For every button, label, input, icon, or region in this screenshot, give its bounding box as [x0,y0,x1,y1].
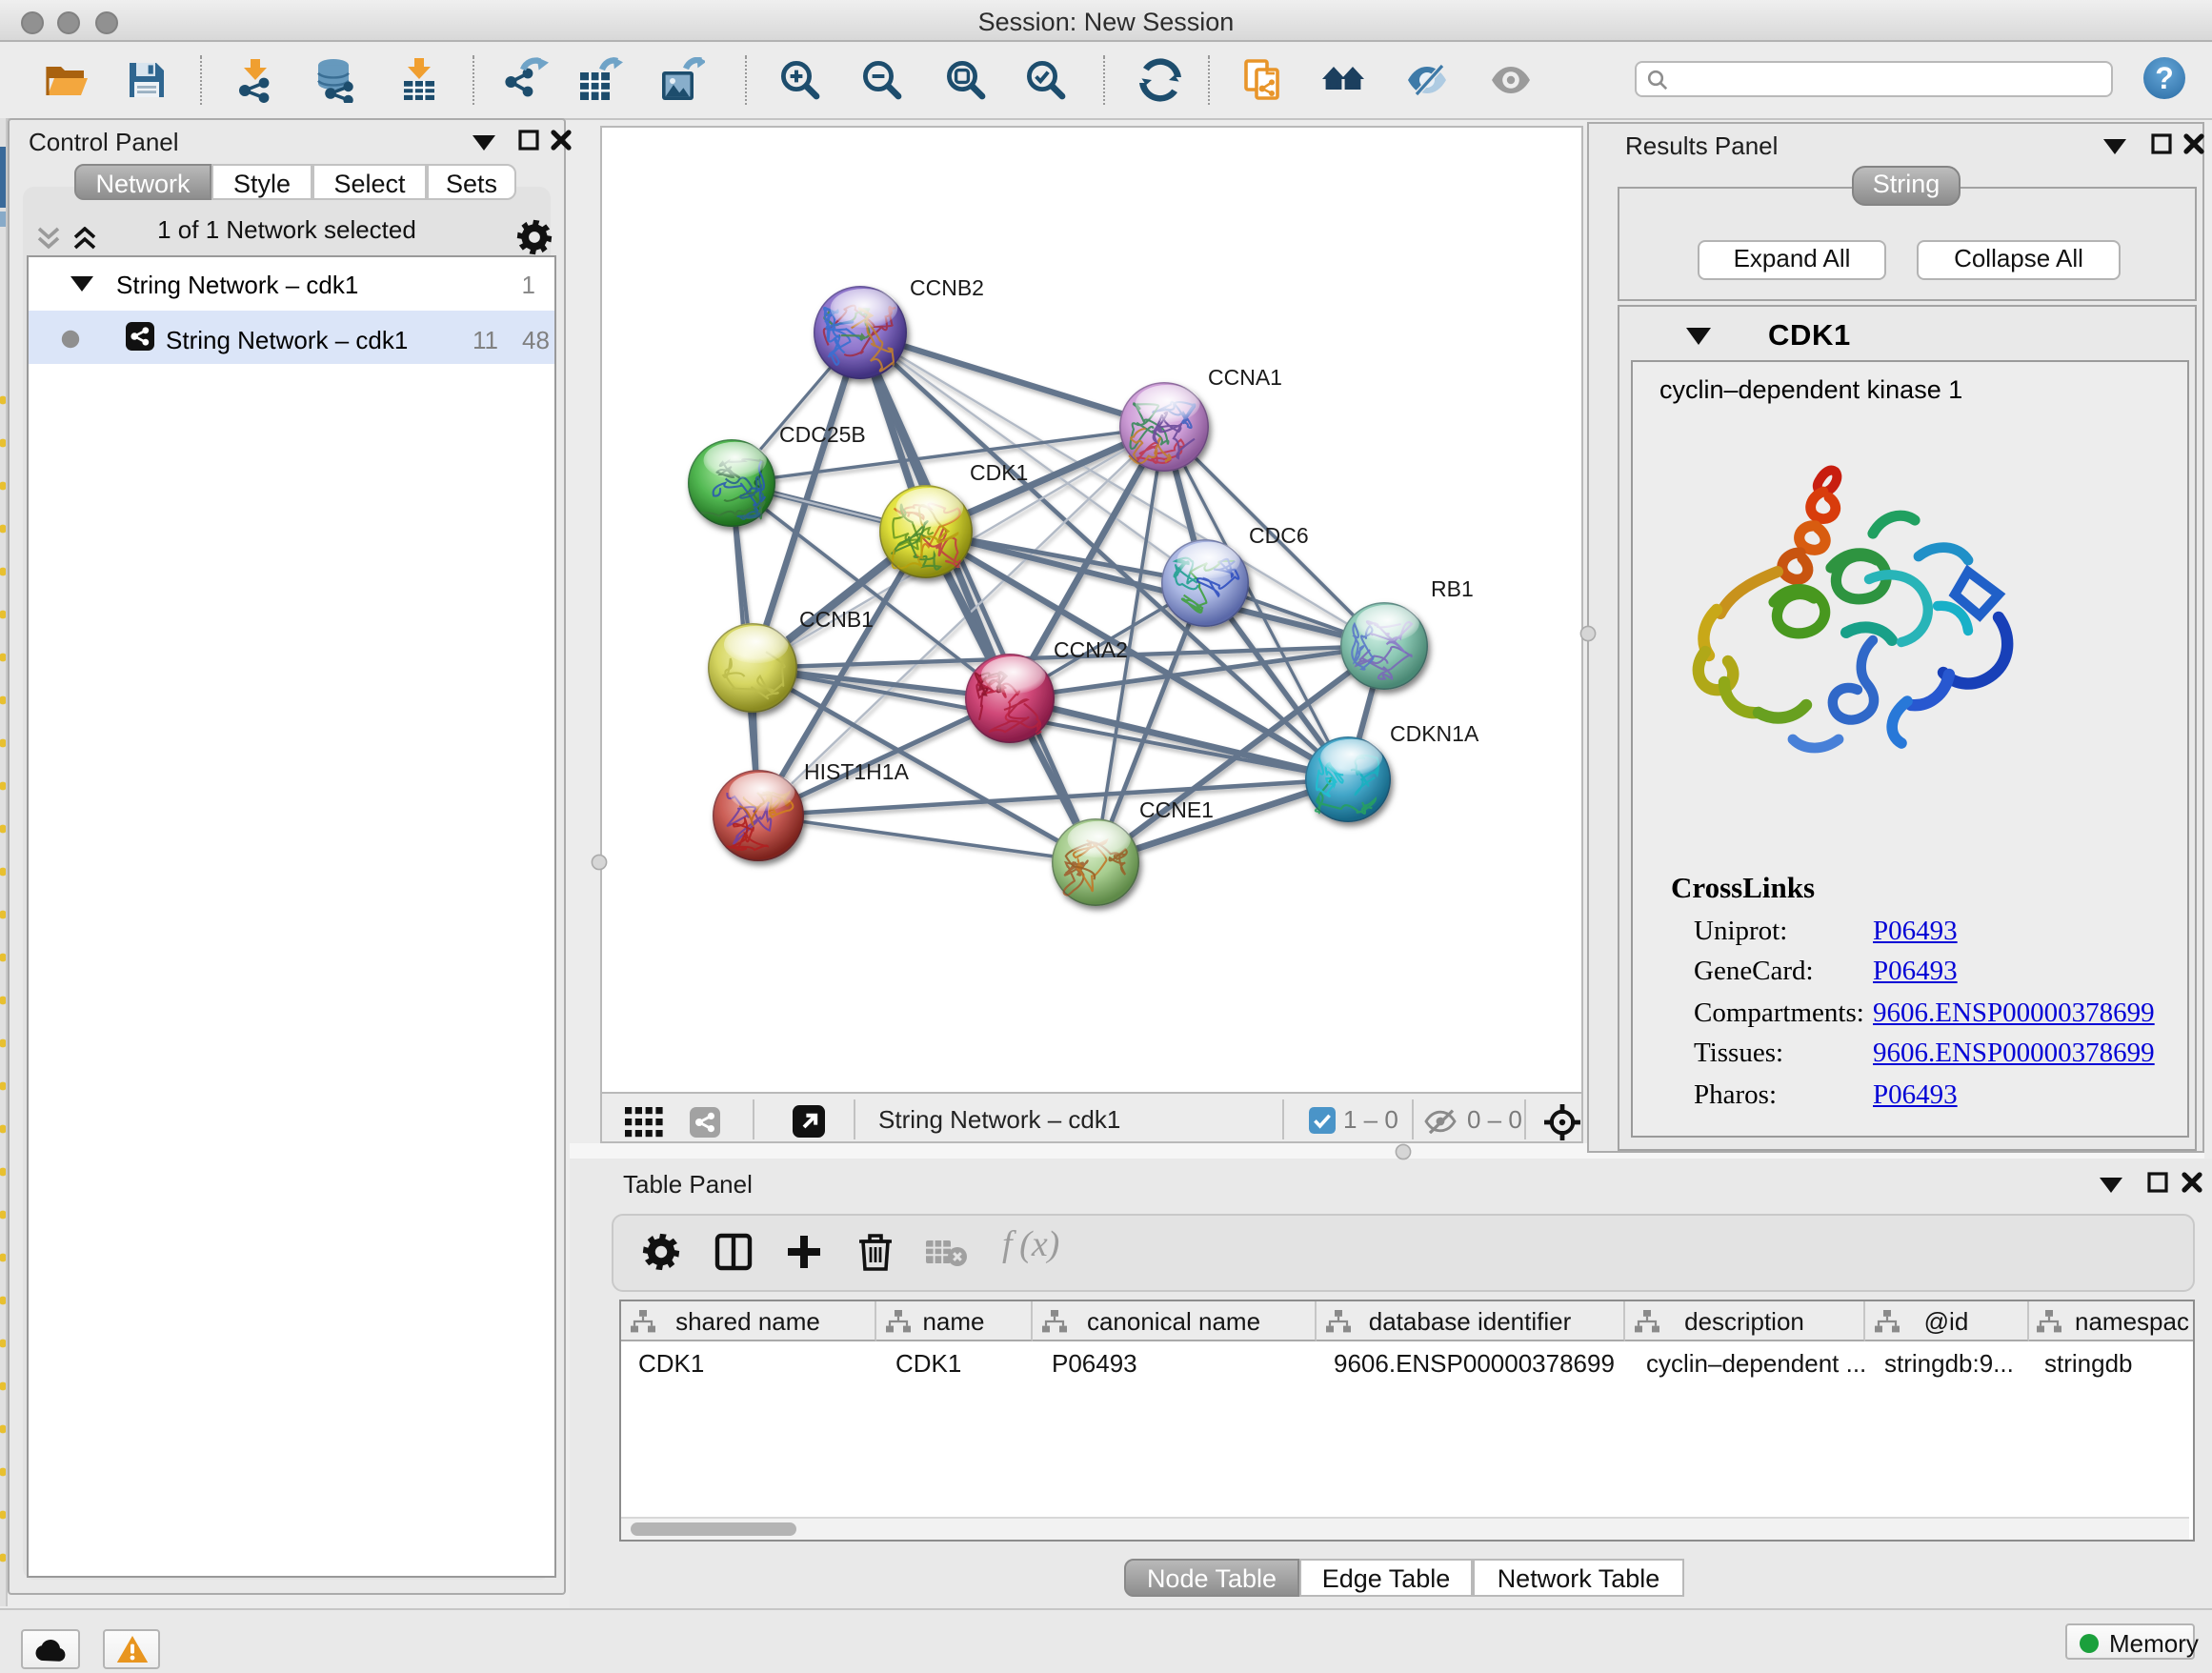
svg-text:CDK1: CDK1 [970,459,1028,484]
svg-text:CCNA2: CCNA2 [1054,636,1128,661]
svg-text:CCNE1: CCNE1 [1139,796,1214,821]
svg-text:CCNA1: CCNA1 [1208,364,1282,389]
svg-text:CDC6: CDC6 [1249,522,1309,547]
svg-text:CCNB2: CCNB2 [910,274,984,299]
svg-text:CDKN1A: CDKN1A [1390,720,1479,745]
svg-text:CDC25B: CDC25B [779,421,866,446]
svg-text:HIST1H1A: HIST1H1A [804,758,910,783]
svg-text:CCNB1: CCNB1 [799,606,874,631]
svg-text:?: ? [2155,61,2174,95]
svg-text:RB1: RB1 [1431,575,1474,600]
